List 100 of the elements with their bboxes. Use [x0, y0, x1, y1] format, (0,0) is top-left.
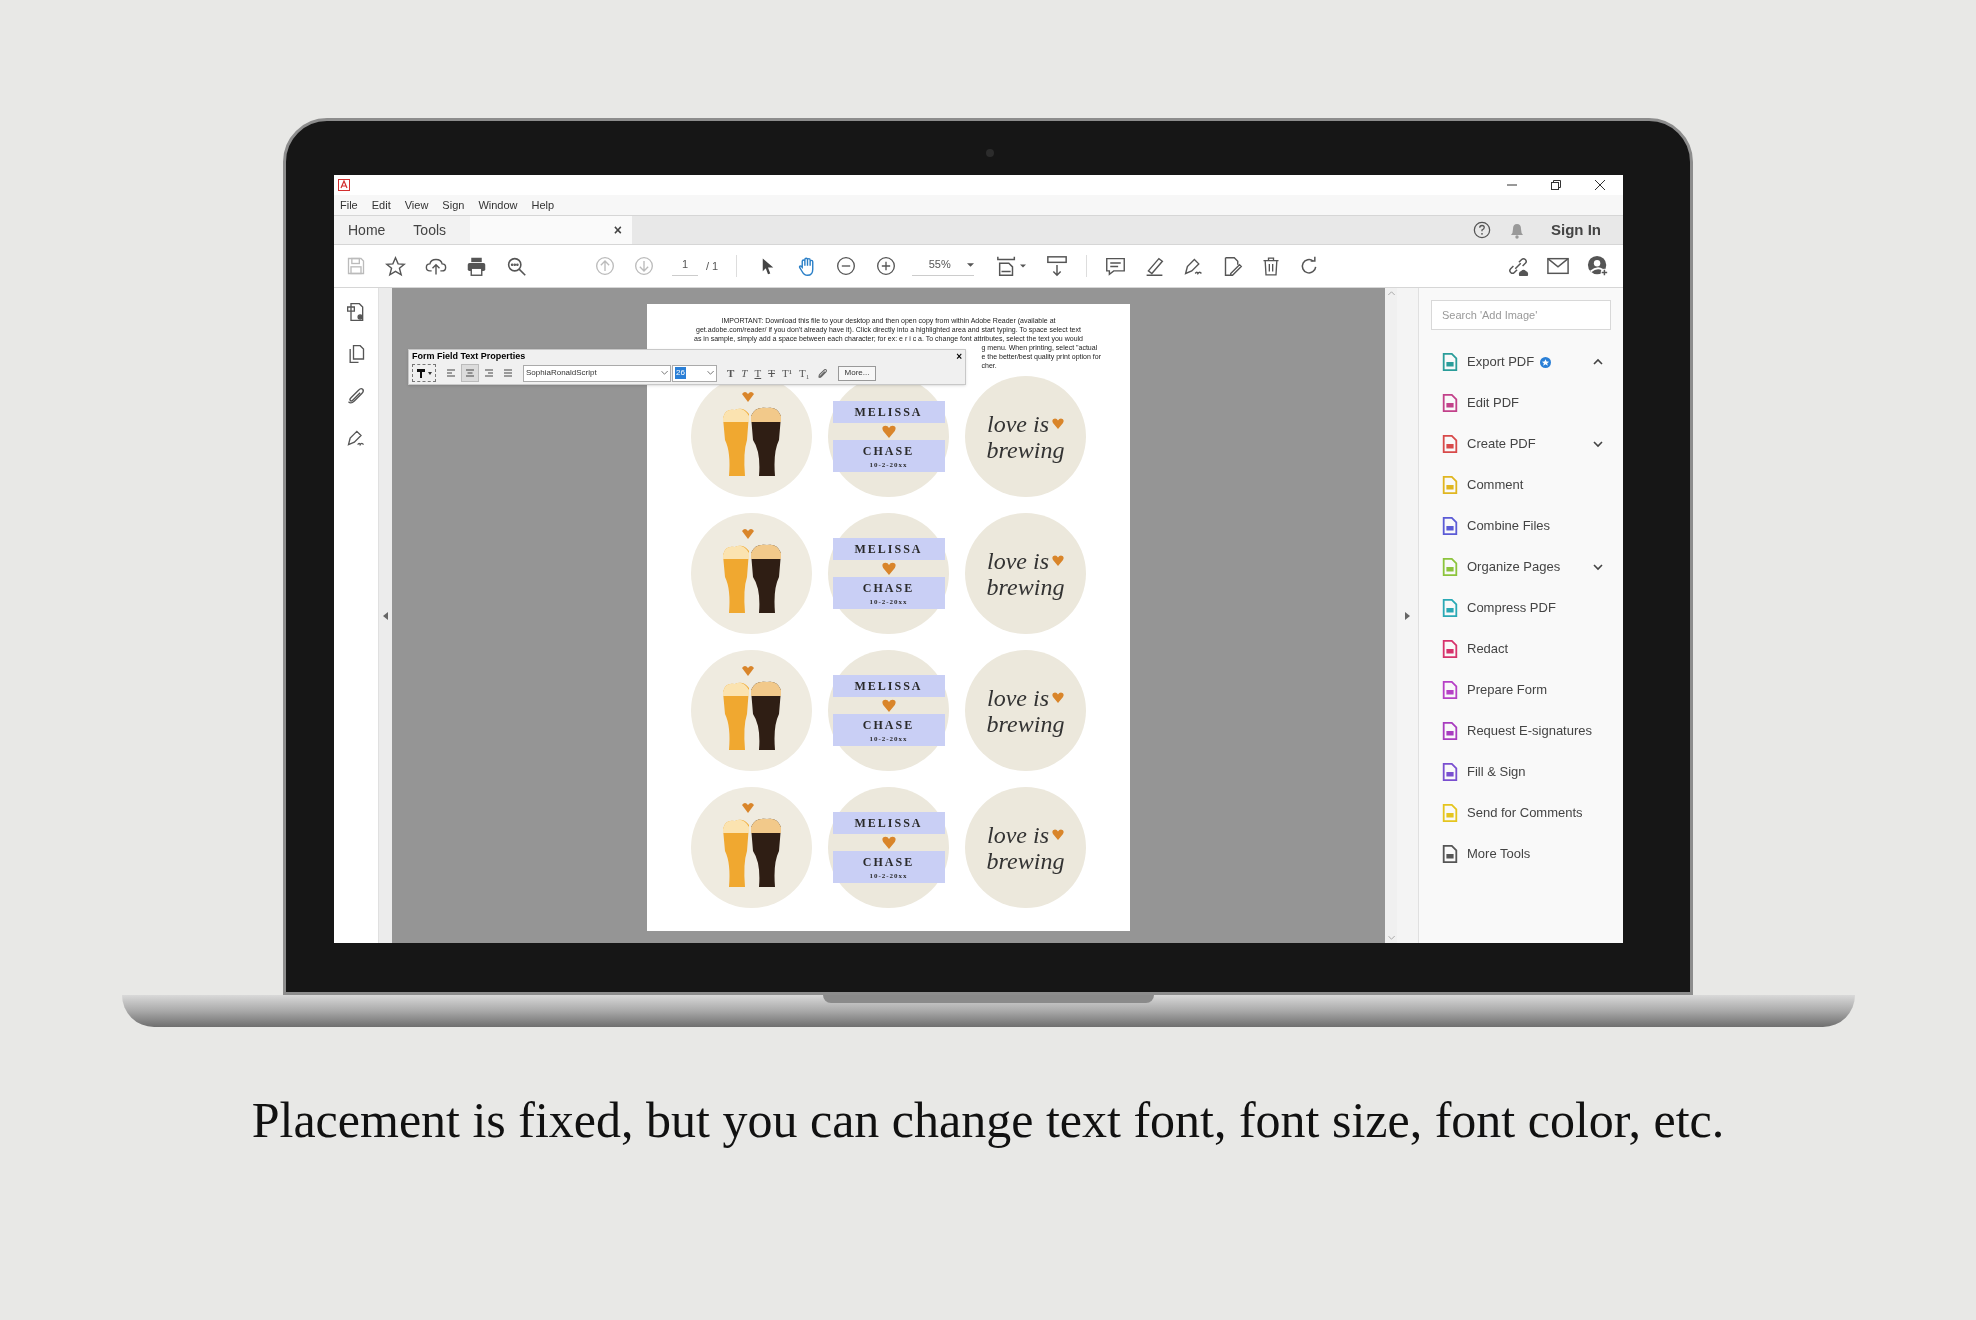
search-field[interactable]: Search 'Add Image' [1431, 300, 1611, 330]
heart-icon [881, 698, 896, 712]
name-text: MELISSA [854, 403, 923, 421]
paperclip-icon[interactable] [816, 367, 828, 379]
close-icon[interactable] [1595, 180, 1605, 190]
tab[interactable]: Home [348, 219, 386, 241]
close-button[interactable]: × [956, 352, 962, 362]
star-icon[interactable] [385, 255, 406, 277]
text-color-icon [416, 368, 427, 378]
zoom-out-icon[interactable] [836, 256, 857, 276]
menu-item[interactable]: Window [478, 196, 518, 214]
collapse-right-icon[interactable] [1405, 611, 1410, 620]
signature-pen-icon[interactable] [346, 428, 366, 448]
menu-item[interactable]: Help [531, 196, 555, 214]
tool-item[interactable]: Compress PDF [1431, 594, 1611, 622]
page-thumbnail-icon[interactable] [346, 302, 366, 322]
script-text: love is [987, 547, 1049, 574]
tool-item[interactable]: Create PDF [1431, 430, 1611, 458]
name-text: CHASE [862, 853, 915, 871]
script-text: love is [987, 821, 1049, 848]
document-tab[interactable]: × [470, 216, 632, 244]
scroll-mode-icon[interactable] [1046, 255, 1069, 277]
script-text: brewing [986, 436, 1065, 463]
page-count: / 1 [706, 258, 719, 274]
caret-icon [967, 262, 975, 267]
comment-icon[interactable] [1105, 255, 1127, 277]
justify-icon [503, 368, 513, 378]
caret-icon [427, 371, 432, 375]
menu-item[interactable]: File [340, 196, 358, 214]
chevron-down-icon[interactable] [1593, 563, 1603, 571]
tool-item[interactable]: Request E-signatures [1431, 717, 1611, 745]
paperclip-icon[interactable] [346, 386, 366, 406]
app-logo-icon [338, 179, 350, 191]
tool-item[interactable]: Edit PDF [1431, 389, 1611, 417]
heart-icon [1052, 692, 1064, 703]
format-button[interactable]: T [740, 364, 749, 382]
chevron-up-icon[interactable] [1593, 358, 1603, 366]
page-number-field[interactable]: 1 [672, 256, 698, 276]
align-center-icon [465, 368, 475, 378]
font-dropdown[interactable]: SophiaRonaldScript [523, 364, 671, 382]
name-text: MELISSA [854, 814, 923, 832]
close-tab-button[interactable]: × [613, 219, 622, 241]
font-size-dropdown[interactable]: 26 [672, 364, 717, 382]
name-text: CHASE [862, 716, 915, 734]
caret-icon [1020, 264, 1027, 268]
chevron-down-icon[interactable] [1593, 440, 1603, 448]
chevron-down-icon [707, 371, 714, 375]
heart-icon [881, 835, 896, 849]
panel-title: Form Field Text Properties [412, 350, 526, 364]
tool-item[interactable]: Send for Comments [1431, 799, 1611, 827]
name-text: MELISSA [854, 540, 923, 558]
name-text: CHASE [862, 579, 915, 597]
heart-icon [881, 561, 896, 575]
zoom-dropdown[interactable]: 55% [912, 256, 975, 276]
document-edit-icon[interactable] [1222, 255, 1244, 277]
tool-item[interactable]: Prepare Form [1431, 676, 1611, 704]
print-icon[interactable] [466, 255, 487, 277]
help-icon[interactable] [1473, 221, 1491, 239]
heart-icon [1052, 418, 1064, 429]
more-button[interactable]: More... [837, 365, 877, 381]
align-right-icon [484, 368, 494, 378]
highlighter-icon[interactable] [1144, 255, 1166, 277]
chevron-down-icon [661, 371, 668, 375]
tool-item[interactable]: Fill & Sign [1431, 758, 1611, 786]
tool-item[interactable]: Export PDF [1431, 348, 1611, 376]
align-left-icon [446, 368, 456, 378]
collapse-left-icon[interactable] [383, 611, 388, 620]
format-button[interactable]: T [726, 364, 736, 382]
format-button[interactable]: T₁ [797, 364, 811, 382]
format-button[interactable]: T¹ [780, 364, 793, 382]
caption: Placement is fixed, but you can change text font, font size, font color, etc. [251, 1091, 1725, 1150]
sign-in-button[interactable]: Sign In [1551, 218, 1601, 242]
zoom-in-icon[interactable] [876, 256, 897, 276]
tool-item[interactable]: Comment [1431, 471, 1611, 499]
menu-item[interactable]: Edit [371, 196, 391, 214]
tab[interactable]: Tools [413, 219, 447, 241]
mail-icon[interactable] [1547, 256, 1569, 276]
trash-icon[interactable] [1261, 255, 1282, 277]
format-button[interactable]: T [767, 364, 776, 382]
heart-icon [1052, 555, 1064, 566]
heart-icon [1052, 829, 1064, 840]
search-icon[interactable] [506, 255, 527, 277]
heart-icon [881, 424, 896, 438]
menu-item[interactable]: View [404, 196, 429, 214]
text-color-dropdown[interactable] [412, 364, 436, 382]
name-text: MELISSA [854, 677, 923, 695]
add-user-icon[interactable] [1587, 255, 1609, 277]
script-text: brewing [986, 847, 1065, 874]
tool-item[interactable]: More Tools [1431, 840, 1611, 868]
script-text: brewing [986, 710, 1065, 737]
script-text: brewing [986, 573, 1065, 600]
menu-item[interactable]: Sign [442, 196, 465, 214]
script-text: love is [987, 410, 1049, 437]
tool-item[interactable]: Organize Pages [1431, 553, 1611, 581]
format-button[interactable]: T [753, 364, 763, 382]
name-text: CHASE [862, 442, 915, 460]
restore-icon[interactable] [1551, 180, 1561, 190]
tool-item[interactable]: Redact [1431, 635, 1611, 663]
tool-item[interactable]: Combine Files [1431, 512, 1611, 540]
link-cloud-icon[interactable] [1507, 255, 1529, 277]
